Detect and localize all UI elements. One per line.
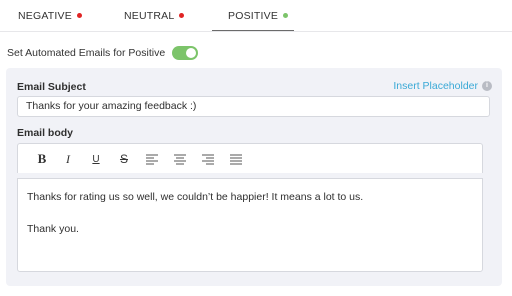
email-body-paragraph: Thank you.: [27, 223, 79, 235]
status-dot-icon: [179, 12, 185, 18]
strikethrough-button[interactable]: S: [116, 151, 132, 167]
tab-neutral[interactable]: NEUTRAL: [124, 0, 185, 32]
status-dot-icon: [283, 12, 289, 18]
insert-placeholder-label: Insert Placeholder: [393, 80, 478, 92]
align-left-button[interactable]: [144, 151, 160, 167]
italic-icon: I: [66, 151, 70, 166]
tab-neutral-label: NEUTRAL: [124, 10, 175, 22]
tab-negative[interactable]: NEGATIVE: [18, 0, 82, 32]
align-center-button[interactable]: [172, 151, 188, 167]
align-left-icon: [146, 154, 158, 164]
align-center-icon: [174, 154, 186, 164]
underline-icon: U: [92, 153, 100, 165]
email-subject-input[interactable]: Thanks for your amazing feedback :): [17, 96, 490, 117]
align-justify-icon: [230, 154, 242, 164]
bold-button[interactable]: B: [34, 151, 50, 167]
tabs-divider: [0, 31, 512, 32]
bold-icon: B: [37, 151, 47, 166]
email-body-paragraph: Thanks for rating us so well, we couldn’…: [27, 191, 364, 203]
automated-emails-toggle[interactable]: [172, 46, 199, 60]
email-body-editor[interactable]: Thanks for rating us so well, we couldn’…: [17, 178, 483, 272]
toggle-knob: [186, 48, 197, 58]
tab-negative-label: NEGATIVE: [18, 10, 72, 22]
toggle-label: Set Automated Emails for Positive: [7, 47, 166, 59]
underline-button[interactable]: U: [88, 151, 104, 167]
email-body-label: Email body: [17, 127, 74, 139]
automated-emails-toggle-row: Set Automated Emails for Positive: [7, 44, 199, 62]
tab-positive[interactable]: POSITIVE: [228, 0, 289, 32]
rich-text-toolbar: B I U S: [17, 143, 483, 173]
tab-positive-label: POSITIVE: [228, 10, 279, 22]
italic-button[interactable]: I: [60, 151, 76, 167]
status-dot-icon: [76, 12, 82, 18]
email-subject-value: Thanks for your amazing feedback :): [26, 100, 197, 112]
email-settings-panel: Email Subject Insert Placeholder i Thank…: [6, 68, 502, 286]
align-justify-button[interactable]: [228, 151, 244, 167]
insert-placeholder-link[interactable]: Insert Placeholder i: [393, 80, 492, 92]
info-icon[interactable]: i: [482, 81, 492, 91]
align-right-icon: [202, 154, 214, 164]
email-subject-label: Email Subject: [17, 81, 86, 93]
strikethrough-icon: S: [119, 152, 128, 166]
sentiment-tabs: NEGATIVE NEUTRAL POSITIVE: [0, 0, 512, 32]
align-right-button[interactable]: [200, 151, 216, 167]
